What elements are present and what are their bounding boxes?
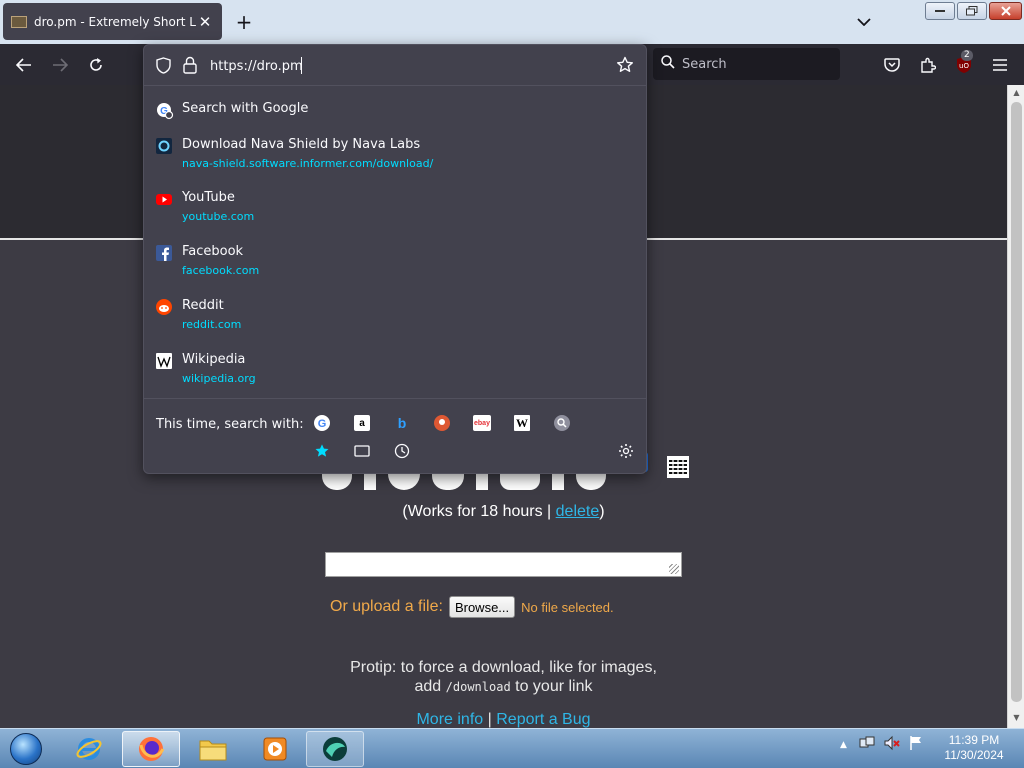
page-scrollbar[interactable]: ▲ ▼ (1007, 85, 1024, 728)
back-arrow-icon[interactable] (11, 52, 37, 78)
suggestion-row[interactable]: Wikipedia wikipedia.org (154, 352, 638, 386)
list-all-tabs-chevron-icon[interactable] (852, 10, 876, 34)
suggestion-row[interactable]: Facebook facebook.com (154, 244, 638, 278)
search-icon (661, 55, 675, 73)
file-explorer-folder-icon[interactable] (184, 731, 242, 767)
site-favicon-icon (11, 15, 27, 28)
wikipedia-icon[interactable]: W (511, 412, 533, 434)
no-file-text: No file selected. (521, 599, 614, 615)
lock-icon[interactable] (183, 56, 197, 78)
bookmark-star-icon[interactable] (616, 56, 634, 78)
nava-shield-favicon-icon (156, 138, 172, 154)
app-taskbar-icon[interactable] (306, 731, 364, 767)
footer-links: More info | Report a Bug (416, 711, 591, 728)
show-hidden-icons-chevron-icon[interactable]: ▲ (840, 740, 847, 750)
history-clock-icon[interactable] (391, 440, 413, 462)
urlbar-input-row (144, 45, 646, 86)
facebook-icon (156, 245, 172, 261)
window-restore-button[interactable] (957, 2, 987, 20)
internet-explorer-icon[interactable] (60, 731, 118, 767)
ebay-icon[interactable]: ebay (471, 412, 493, 434)
upload-label: Or upload a file: (330, 598, 443, 615)
youtube-icon (156, 191, 172, 207)
one-off-search-label: This time, search with: (156, 417, 304, 432)
delete-link[interactable]: delete (556, 503, 600, 520)
report-bug-link[interactable]: Report a Bug (496, 711, 590, 728)
google-icon[interactable]: G (311, 412, 333, 434)
search-placeholder: Search (682, 56, 727, 72)
close-tab-icon[interactable]: ✕ (196, 13, 214, 31)
duckduckgo-icon[interactable] (431, 412, 453, 434)
upload-row: Or upload a file: Browse... No file sele… (330, 596, 614, 618)
media-player-icon[interactable] (246, 731, 304, 767)
scrollbar-thumb[interactable] (1011, 102, 1022, 702)
svg-text:uO: uO (959, 62, 969, 70)
reddit-icon (156, 299, 172, 315)
extensions-puzzle-icon[interactable] (915, 52, 941, 78)
wikipedia-icon (156, 353, 172, 369)
system-tray: ▲ (840, 735, 923, 755)
network-icon[interactable] (859, 735, 875, 755)
urlbar-dropdown: G Search with Google Download Nava Shiel… (143, 44, 647, 474)
text-caret (301, 57, 302, 74)
more-info-link[interactable]: More info (416, 711, 483, 728)
taskbar-clock[interactable]: 11:39 PM 11/30/2024 (938, 733, 1010, 763)
new-tab-icon[interactable]: + (232, 10, 256, 34)
protip-text: Protip: to force a download, like for im… (350, 659, 657, 695)
scroll-down-arrow-icon[interactable]: ▼ (1011, 713, 1022, 725)
expiry-notice: (Works for 18 hours | delete) (402, 503, 605, 520)
tab-title: dro.pm - Extremely Short Links (34, 14, 196, 29)
volume-muted-icon[interactable] (883, 735, 901, 755)
download-code: /download (445, 680, 511, 694)
bookmarks-star-icon[interactable] (311, 440, 333, 462)
reload-icon[interactable] (83, 52, 109, 78)
tab-strip: dro.pm - Extremely Short Links ✕ + (0, 0, 1024, 44)
window-minimize-button[interactable] (925, 2, 955, 20)
firefox-taskbar-icon[interactable] (122, 731, 180, 767)
search-icon[interactable] (551, 412, 573, 434)
panel-divider (144, 398, 646, 399)
svg-text:G: G (318, 418, 327, 430)
tracking-protection-shield-icon[interactable] (156, 57, 171, 78)
url-textarea[interactable] (325, 552, 682, 577)
scroll-up-arrow-icon[interactable]: ▲ (1011, 88, 1022, 100)
suggestion-row[interactable]: Reddit reddit.com (154, 298, 638, 332)
suggestion-row[interactable]: YouTube youtube.com (154, 190, 638, 224)
qr-code-icon[interactable] (667, 456, 689, 478)
start-button[interactable] (4, 731, 48, 767)
clock-time: 11:39 PM (948, 733, 1000, 747)
suggestion-row[interactable]: Download Nava Shield by Nava Labs nava-s… (154, 137, 638, 171)
search-with-google-row[interactable]: G Search with Google (154, 101, 638, 121)
tabs-icon[interactable] (351, 440, 373, 462)
bing-icon[interactable]: b (391, 412, 413, 434)
windows-taskbar: ▲ 11:39 PM 11/30/2024 (0, 728, 1024, 768)
browse-button[interactable]: Browse... (448, 596, 516, 618)
window-close-button[interactable] (989, 2, 1022, 20)
hamburger-menu-icon[interactable] (987, 52, 1013, 78)
search-settings-gear-icon[interactable] (615, 440, 637, 462)
ublock-badge-count: 2 (961, 50, 973, 61)
clock-date: 11/30/2024 (944, 748, 1004, 762)
url-input[interactable] (210, 55, 610, 77)
google-search-icon: G (156, 102, 174, 120)
amazon-icon[interactable]: a (351, 412, 373, 434)
action-center-flag-icon[interactable] (909, 735, 923, 755)
resize-grip-icon[interactable] (669, 564, 679, 574)
tab-dro-pm[interactable]: dro.pm - Extremely Short Links ✕ (3, 3, 222, 40)
toolbar-search-box[interactable]: Search (653, 48, 840, 80)
windows-logo-icon (10, 733, 42, 765)
forward-arrow-icon[interactable] (47, 52, 73, 78)
pocket-icon[interactable] (879, 52, 905, 78)
